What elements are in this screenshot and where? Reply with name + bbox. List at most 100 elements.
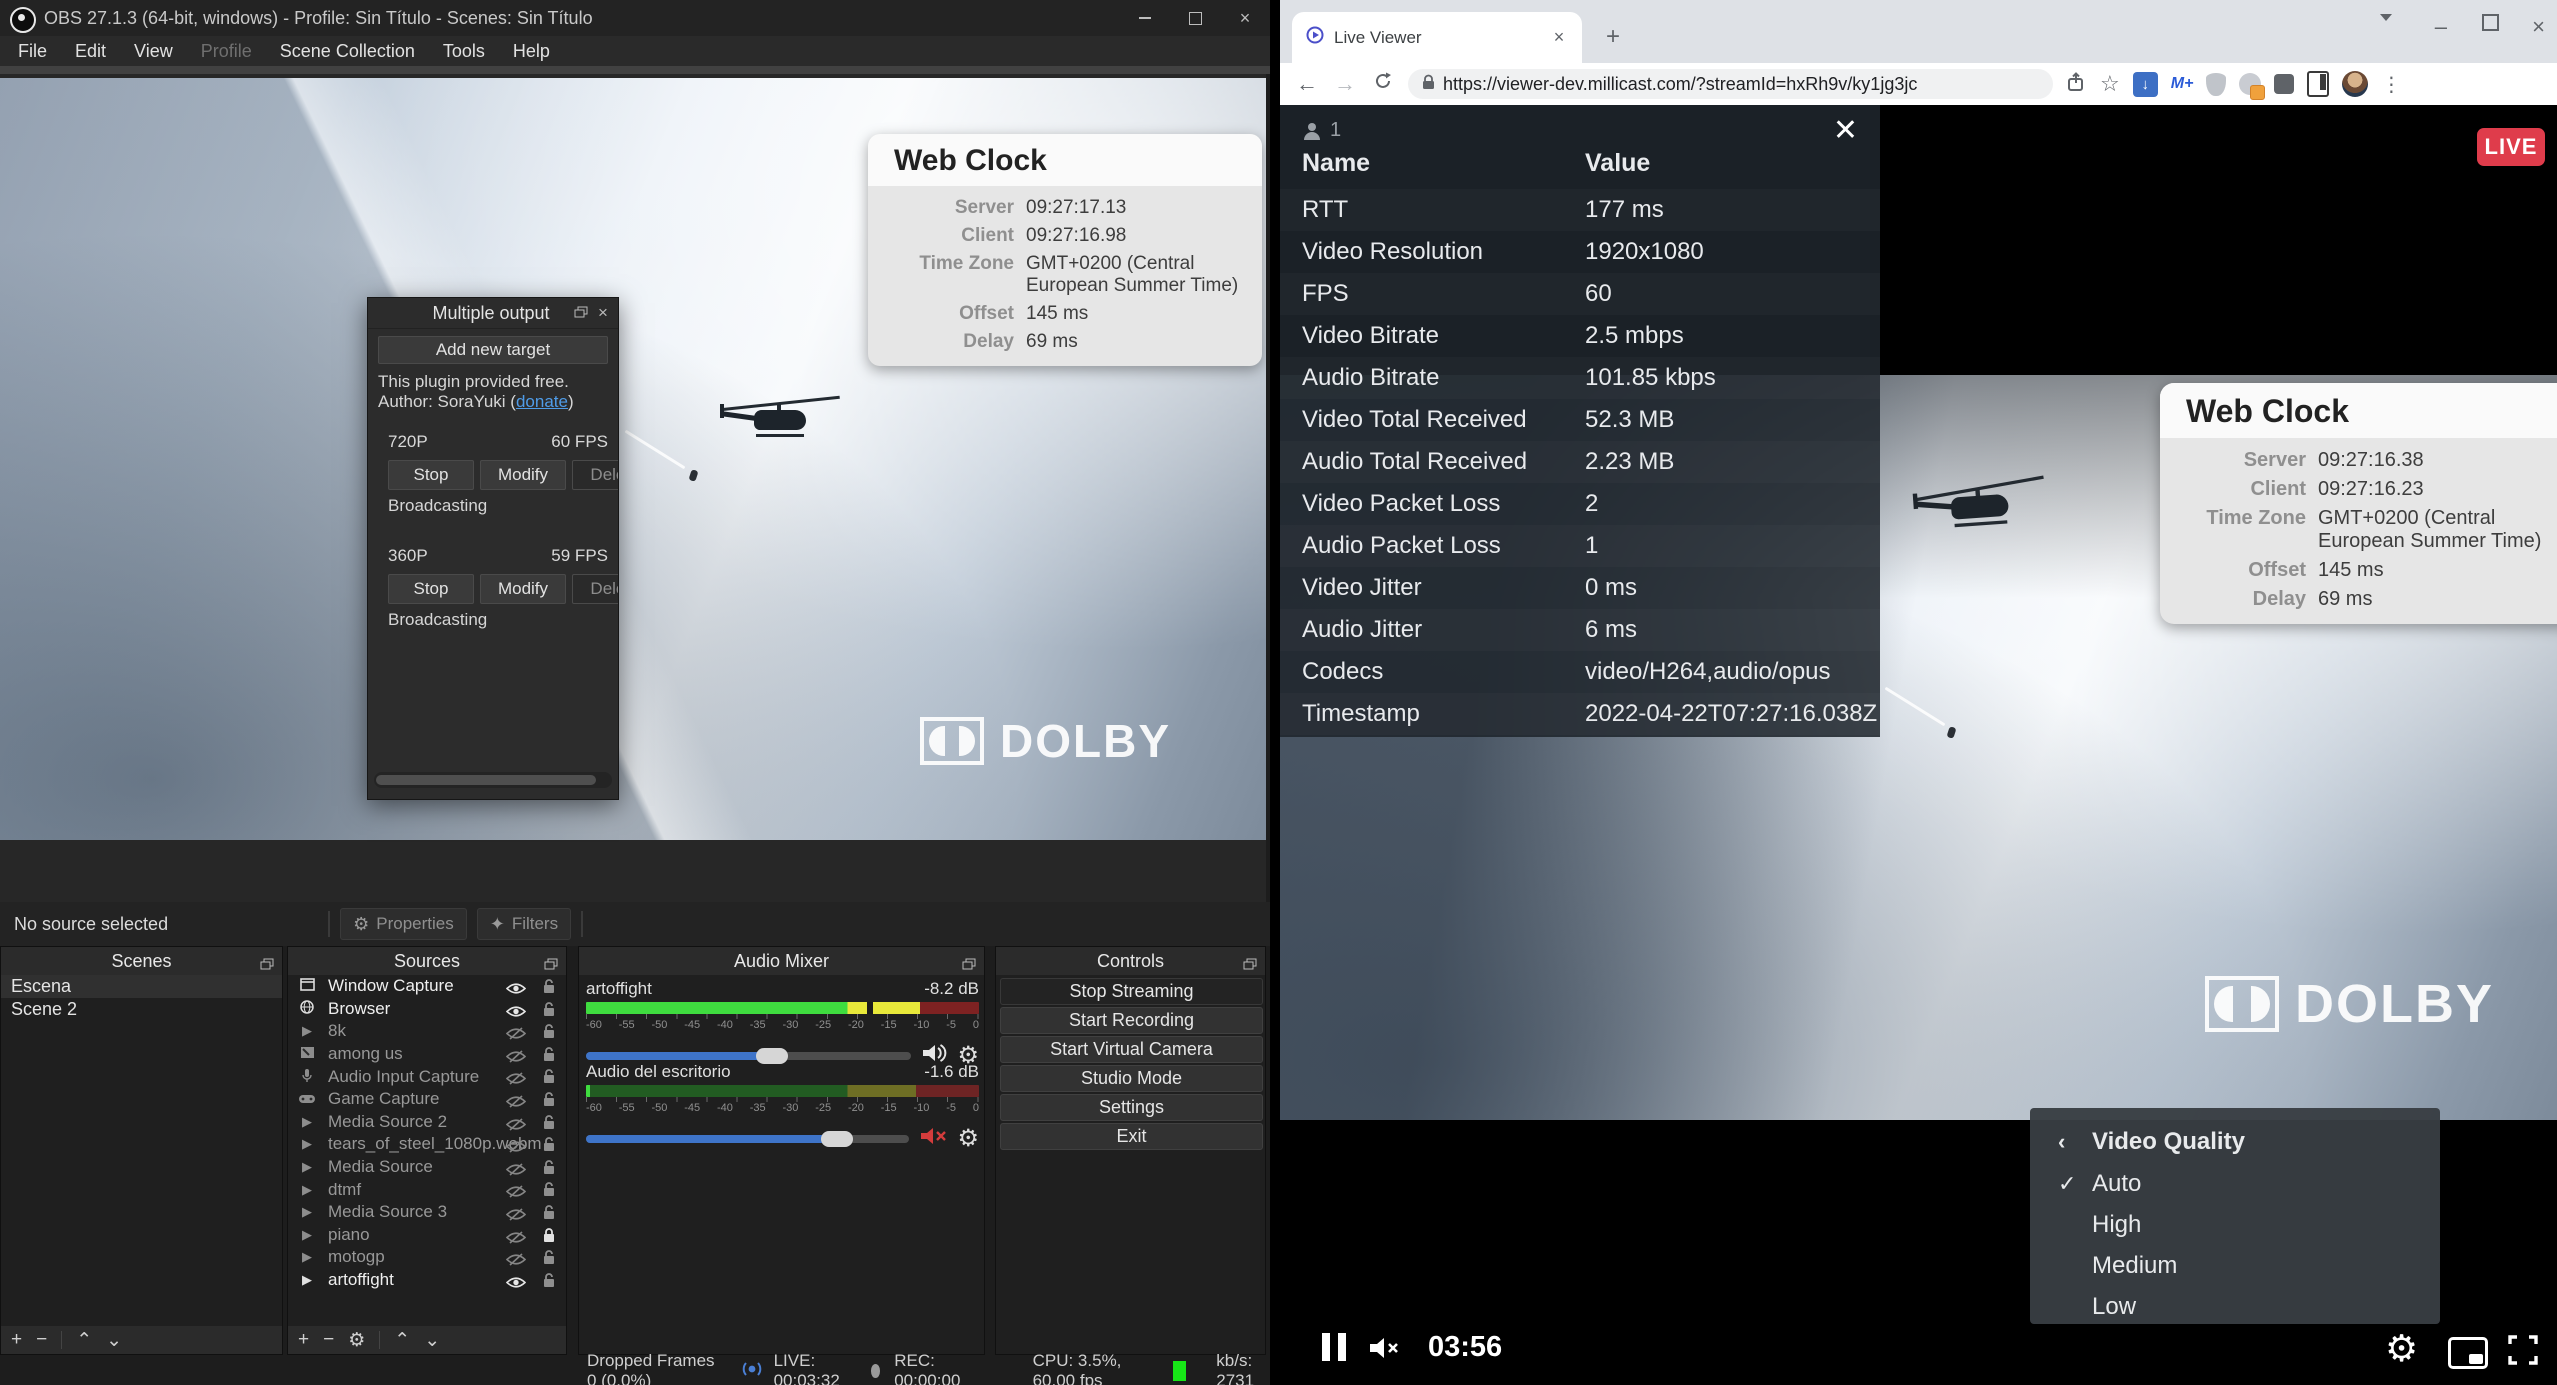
source-row[interactable]: ▶ motogp: [288, 1246, 566, 1269]
quality-option-medium[interactable]: Medium: [2030, 1246, 2440, 1286]
unlock-icon[interactable]: [542, 1115, 556, 1135]
exit-button[interactable]: Exit: [1000, 1123, 1263, 1150]
refresh-icon[interactable]: [1364, 71, 1402, 97]
source-row[interactable]: ▶ dtmf: [288, 1178, 566, 1201]
shield-extension-icon[interactable]: [2206, 73, 2226, 96]
unlock-icon[interactable]: [542, 1002, 556, 1022]
browser-tab[interactable]: Live Viewer ×: [1292, 12, 1582, 63]
dock-icon[interactable]: [260, 954, 274, 975]
unlock-icon[interactable]: [542, 979, 556, 999]
dock-icon[interactable]: [544, 954, 558, 975]
forward-icon[interactable]: →: [1326, 71, 1364, 97]
delete-button[interactable]: Delete: [572, 574, 619, 604]
minimize-button[interactable]: –: [2435, 14, 2447, 40]
menu-view[interactable]: View: [122, 37, 185, 66]
move-down-button[interactable]: ⌄: [106, 1329, 122, 1352]
dock-icon[interactable]: [570, 303, 592, 323]
fullscreen-icon[interactable]: [2508, 1335, 2538, 1370]
mute-button[interactable]: [1368, 1335, 1400, 1361]
source-row[interactable]: ▶ artoffight: [288, 1269, 566, 1292]
modify-button[interactable]: Modify: [480, 460, 566, 490]
unlock-icon[interactable]: [542, 1160, 556, 1180]
unlock-icon[interactable]: [542, 1092, 556, 1112]
properties-button[interactable]: ⚙Properties: [340, 908, 467, 940]
source-properties-button[interactable]: ⚙: [348, 1329, 365, 1352]
remove-scene-button[interactable]: −: [36, 1329, 47, 1351]
pause-button[interactable]: [1318, 1333, 1350, 1361]
add-new-target-button[interactable]: Add new target: [378, 336, 608, 364]
source-row[interactable]: ▶ Media Source: [288, 1156, 566, 1179]
menu-edit[interactable]: Edit: [63, 37, 118, 66]
muted-speaker-icon[interactable]: [919, 1126, 947, 1151]
unlock-icon[interactable]: [542, 1182, 556, 1202]
add-source-button[interactable]: +: [298, 1329, 309, 1351]
unlock-icon[interactable]: [542, 1069, 556, 1089]
unlock-icon[interactable]: [542, 1205, 556, 1225]
start-recording-button[interactable]: Start Recording: [1000, 1007, 1263, 1034]
scene-item[interactable]: Scene 2: [1, 998, 282, 1021]
horizontal-scrollbar[interactable]: [374, 772, 612, 788]
back-icon[interactable]: ←: [1288, 71, 1326, 97]
move-up-button[interactable]: ⌃: [394, 1329, 410, 1352]
browser-menu-caret[interactable]: [2380, 14, 2392, 21]
url-text[interactable]: https://viewer-dev.millicast.com/?stream…: [1443, 74, 1917, 95]
source-row[interactable]: Browser: [288, 998, 566, 1021]
close-icon[interactable]: ×: [592, 303, 614, 323]
tab-close-icon[interactable]: ×: [1546, 25, 1572, 51]
source-row[interactable]: ▶ Media Source 3: [288, 1201, 566, 1224]
unlock-icon[interactable]: [542, 1024, 556, 1044]
lock-icon[interactable]: [1422, 74, 1435, 95]
menu-tools[interactable]: Tools: [431, 37, 497, 66]
gear-icon[interactable]: ⚙: [957, 1124, 979, 1153]
bookmark-star-icon[interactable]: ☆: [2100, 71, 2120, 97]
new-tab-button[interactable]: +: [1598, 22, 1628, 52]
dock-icon[interactable]: [1243, 954, 1257, 975]
settings-button[interactable]: Settings: [1000, 1094, 1263, 1121]
unlock-icon[interactable]: [542, 1250, 556, 1270]
remove-source-button[interactable]: −: [323, 1329, 334, 1351]
menu-scene-collection[interactable]: Scene Collection: [268, 37, 427, 66]
donate-link[interactable]: donate: [516, 392, 568, 411]
lock-icon[interactable]: [542, 1228, 556, 1248]
scrollbar-thumb[interactable]: [376, 775, 596, 785]
menu-profile[interactable]: Profile: [189, 37, 264, 66]
source-row[interactable]: ▶ tears_of_steel_1080p.webm: [288, 1133, 566, 1156]
menu-file[interactable]: File: [6, 37, 59, 66]
filters-button[interactable]: ✦Filters: [477, 908, 571, 940]
kebab-menu-icon[interactable]: ⋮: [2381, 72, 2401, 97]
menu-help[interactable]: Help: [501, 37, 562, 66]
source-row[interactable]: ▶ 8k: [288, 1020, 566, 1043]
source-row[interactable]: Game Capture: [288, 1088, 566, 1111]
minimize-button[interactable]: [1120, 0, 1170, 36]
maximize-button[interactable]: [1170, 0, 1220, 36]
start-virtual-camera-button[interactable]: Start Virtual Camera: [1000, 1036, 1263, 1063]
quality-option-high[interactable]: High: [2030, 1205, 2440, 1245]
quality-option-low[interactable]: Low: [2030, 1287, 2440, 1327]
studio-mode-button[interactable]: Studio Mode: [1000, 1065, 1263, 1092]
source-row[interactable]: ▶ Media Source 2: [288, 1111, 566, 1134]
stop-streaming-button[interactable]: Stop Streaming: [1000, 978, 1263, 1005]
maximize-button[interactable]: [2482, 14, 2499, 31]
move-up-button[interactable]: ⌃: [76, 1329, 92, 1352]
source-row[interactable]: among us: [288, 1043, 566, 1066]
close-button[interactable]: ×: [2532, 14, 2545, 40]
unlock-icon[interactable]: [542, 1137, 556, 1157]
share-icon[interactable]: [2067, 72, 2087, 97]
player-settings-gear-icon[interactable]: ⚙: [2385, 1327, 2418, 1370]
stop-button[interactable]: Stop: [388, 574, 474, 604]
unlock-icon[interactable]: [542, 1047, 556, 1067]
volume-slider[interactable]: [586, 1135, 909, 1143]
stop-button[interactable]: Stop: [388, 460, 474, 490]
modify-button[interactable]: Modify: [480, 574, 566, 604]
delete-button[interactable]: Delete: [572, 460, 619, 490]
sidebar-extension-icon[interactable]: [2307, 71, 2329, 97]
video-quality-header[interactable]: ‹ Video Quality: [2030, 1122, 2440, 1162]
visibility-icon[interactable]: [506, 1274, 526, 1294]
profile-avatar[interactable]: [2342, 71, 2368, 97]
address-bar[interactable]: https://viewer-dev.millicast.com/?stream…: [1408, 69, 2053, 99]
mplus-extension-icon[interactable]: M+: [2171, 75, 2194, 93]
scene-item[interactable]: Escena: [1, 975, 282, 998]
close-button[interactable]: ×: [1220, 0, 1270, 36]
unlock-icon[interactable]: [542, 1273, 556, 1293]
dock-icon[interactable]: [962, 954, 976, 975]
